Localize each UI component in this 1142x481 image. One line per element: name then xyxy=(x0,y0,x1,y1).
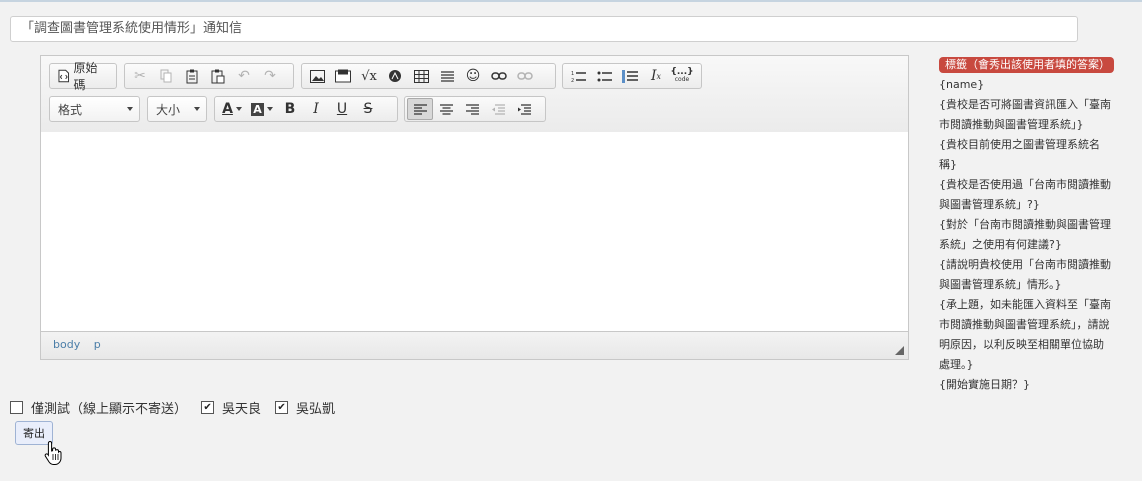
resize-handle[interactable] xyxy=(895,346,904,355)
copy-icon[interactable] xyxy=(153,65,179,87)
top-border xyxy=(0,0,1142,2)
recipient-checkbox-2[interactable]: ✔ 吳弘凱 xyxy=(275,398,335,417)
tag-item[interactable]: {承上題，如未能匯入資料至「臺南市閱讀推動與圖書管理系統」，請說明原因，以利反映… xyxy=(939,295,1114,375)
align-center-icon[interactable] xyxy=(433,98,459,120)
font-color-icon[interactable]: A xyxy=(217,98,247,120)
hand-cursor-icon xyxy=(44,440,62,465)
checkbox-box[interactable]: ✔ xyxy=(275,401,289,414)
remove-format-icon[interactable]: Ix xyxy=(643,65,669,87)
bg-color-icon[interactable]: A xyxy=(247,98,277,120)
align-right-icon[interactable] xyxy=(459,98,485,120)
flash-icon[interactable] xyxy=(330,65,356,87)
tag-item[interactable]: {貴校是否使用過「台南市閱讀推動與圖書管理系統」?} xyxy=(939,175,1114,215)
recipient-checkbox-1[interactable]: ✔ 吳天良 xyxy=(201,398,261,417)
math-icon[interactable]: √x xyxy=(356,65,382,87)
text-style-group: A A B I U S xyxy=(214,96,398,122)
insert-group: √x ☺ xyxy=(301,63,556,89)
tag-item[interactable]: {貴校目前使用之圖書管理系統名稱} xyxy=(939,135,1114,175)
format-label: 格式 xyxy=(58,102,83,117)
tag-item[interactable]: {請說明貴校使用「台南市閱讀推動與圖書管理系統」情形。} xyxy=(939,255,1114,295)
tag-item[interactable]: {貴校是否可將圖書資訊匯入「臺南市閱讀推動與圖書管理系統」} xyxy=(939,95,1114,135)
format-dropdown[interactable]: 格式 xyxy=(49,96,140,122)
image-icon[interactable] xyxy=(304,65,330,87)
svg-text:2: 2 xyxy=(571,78,574,83)
paste-icon[interactable] xyxy=(179,65,205,87)
test-only-checkbox[interactable]: 僅測試（線上顯示不寄送） xyxy=(10,398,187,417)
subject-input[interactable]: 「調查圖書管理系統使用情形」通知信 xyxy=(10,16,1078,42)
source-icon xyxy=(58,69,70,83)
tag-item[interactable]: {開始實施日期？} xyxy=(939,375,1114,395)
tag-list-panel: 標籤（會秀出該使用者填的答案） {name} {貴校是否可將圖書資訊匯入「臺南市… xyxy=(939,55,1114,395)
code-label: {...} xyxy=(670,67,694,77)
editor-content[interactable] xyxy=(41,132,908,331)
editor-toolbar: 原始碼 ✂ ↶ ↷ √x ☺ 1 2 I x {...} code 格式 大小 … xyxy=(41,56,908,133)
table-icon[interactable] xyxy=(408,65,434,87)
send-label: 寄出 xyxy=(23,427,45,440)
code-snippet-icon[interactable]: {...} code xyxy=(669,65,695,87)
svg-text:1: 1 xyxy=(571,71,574,77)
undo-icon[interactable]: ↶ xyxy=(231,65,257,87)
size-label: 大小 xyxy=(156,102,181,117)
underline-icon[interactable]: U xyxy=(329,98,355,120)
path-p[interactable]: p xyxy=(94,338,101,351)
tag-list-title: 標籤（會秀出該使用者填的答案） xyxy=(939,57,1114,73)
link-icon[interactable] xyxy=(486,65,512,87)
bulleted-list-icon[interactable] xyxy=(591,65,617,87)
list-group: 12 Ix {...} code xyxy=(562,63,702,89)
clipboard-group: ✂ ↶ ↷ xyxy=(124,63,294,89)
source-button[interactable]: 原始碼 xyxy=(52,59,114,93)
source-label: 原始碼 xyxy=(73,61,98,92)
path-body[interactable]: body xyxy=(53,338,80,351)
size-dropdown[interactable]: 大小 xyxy=(147,96,207,122)
outdent-icon[interactable] xyxy=(485,98,511,120)
tag-item[interactable]: {對於「台南市閱讀推動與圖書管理系統」之使用有何建議?} xyxy=(939,215,1114,255)
test-only-label: 僅測試（線上顯示不寄送） xyxy=(31,402,188,417)
smiley-icon[interactable]: ☺ xyxy=(460,65,486,87)
chevron-down-icon xyxy=(127,107,133,111)
bold-icon[interactable]: B xyxy=(277,98,303,120)
blockquote-icon[interactable] xyxy=(617,65,643,87)
unlink-icon[interactable] xyxy=(512,65,538,87)
align-left-icon[interactable] xyxy=(407,98,433,120)
redo-icon[interactable]: ↷ xyxy=(257,65,283,87)
recipient-options: 僅測試（線上顯示不寄送） ✔ 吳天良 ✔ 吳弘凱 xyxy=(10,398,349,417)
hr-icon[interactable] xyxy=(434,65,460,87)
numbered-list-icon[interactable]: 12 xyxy=(565,65,591,87)
italic-icon[interactable]: I xyxy=(303,98,329,120)
rich-text-editor: 原始碼 ✂ ↶ ↷ √x ☺ 1 2 I x {...} code 格式 大小 … xyxy=(40,55,909,360)
code-sub-label: code xyxy=(674,76,690,83)
tag-item[interactable]: {name} xyxy=(939,75,1114,95)
anchor-icon[interactable] xyxy=(382,65,408,87)
paste-text-icon[interactable] xyxy=(205,65,231,87)
strike-icon[interactable]: S xyxy=(355,98,381,120)
recipient-label-1: 吳天良 xyxy=(222,402,262,417)
chevron-down-icon xyxy=(194,107,200,111)
checkbox-box[interactable]: ✔ xyxy=(201,401,215,414)
element-path-bar: body p xyxy=(41,331,908,359)
align-group xyxy=(404,96,546,122)
indent-icon[interactable] xyxy=(511,98,537,120)
source-group: 原始碼 xyxy=(49,61,117,92)
recipient-label-2: 吳弘凱 xyxy=(296,402,336,417)
checkbox-box[interactable] xyxy=(10,401,23,414)
cut-icon[interactable]: ✂ xyxy=(127,65,153,87)
